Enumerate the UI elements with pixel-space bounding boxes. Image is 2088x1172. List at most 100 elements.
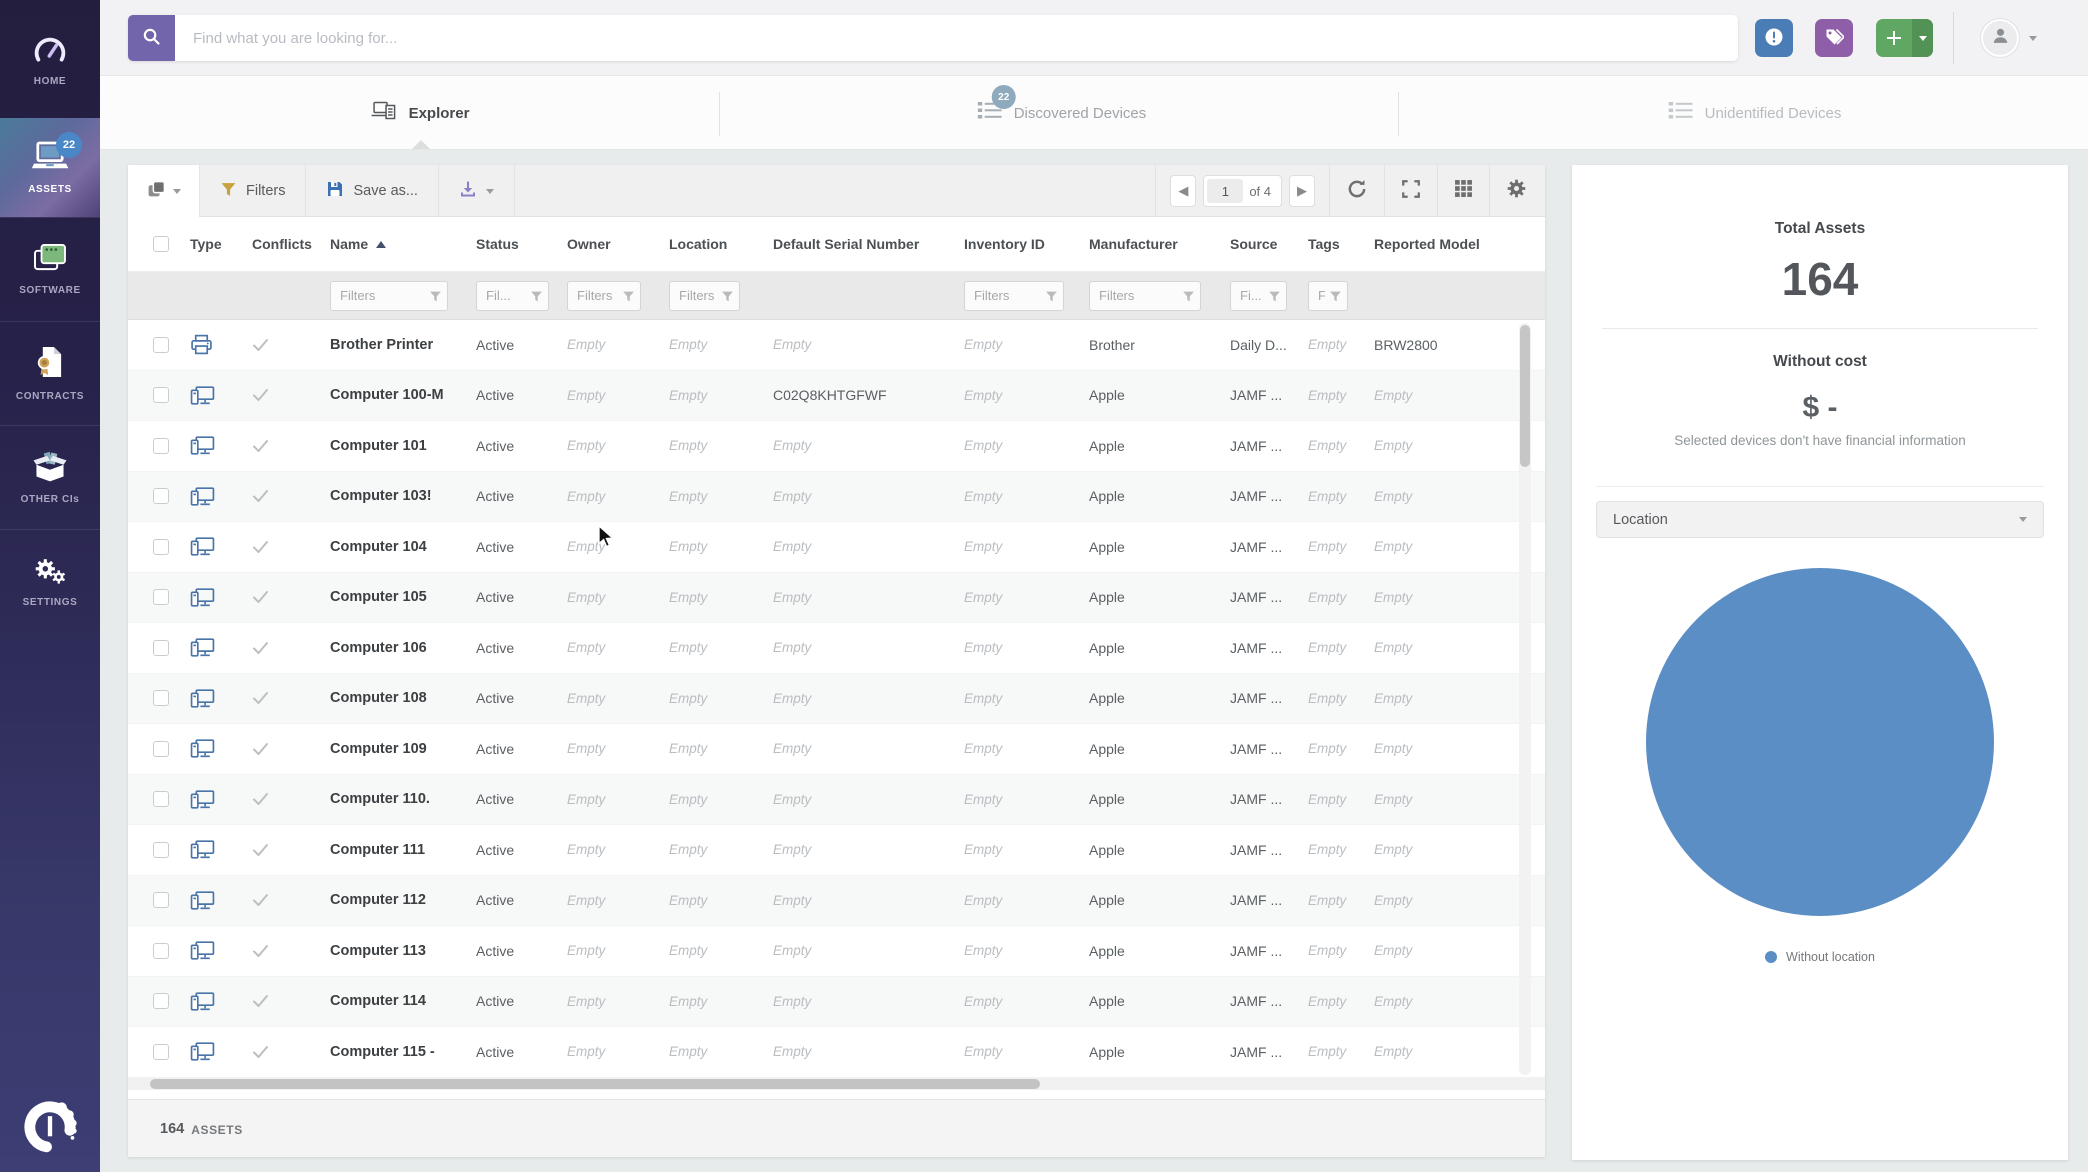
col-header-type[interactable]: Type xyxy=(190,236,252,252)
col-header-owner[interactable]: Owner xyxy=(567,236,669,252)
filter-input-location[interactable]: Filters xyxy=(669,281,740,311)
col-header-serial[interactable]: Default Serial Number xyxy=(773,236,964,252)
table-row[interactable]: Computer 108ActiveEmptyEmptyEmptyEmptyAp… xyxy=(128,674,1545,725)
select-all-checkbox[interactable] xyxy=(153,236,169,252)
sidebar-item-assets[interactable]: 22 ASSETS xyxy=(0,118,100,217)
next-page-button[interactable]: ▶︎ xyxy=(1289,175,1315,207)
gear-icon xyxy=(1506,178,1527,204)
tab-explorer[interactable]: Explorer xyxy=(371,76,470,150)
table-row[interactable]: Computer 105ActiveEmptyEmptyEmptyEmptyAp… xyxy=(128,573,1545,624)
table-row[interactable]: Computer 112ActiveEmptyEmptyEmptyEmptyAp… xyxy=(128,876,1545,927)
row-checkbox[interactable] xyxy=(153,741,169,757)
add-button[interactable] xyxy=(1876,19,1933,57)
pie-chart xyxy=(1646,568,1994,916)
cell-status: Active xyxy=(476,488,567,504)
table-row[interactable]: Computer 101ActiveEmptyEmptyEmptyEmptyAp… xyxy=(128,421,1545,472)
printer-icon xyxy=(190,334,252,355)
horizontal-scrollbar-thumb[interactable] xyxy=(150,1079,1040,1089)
row-checkbox[interactable] xyxy=(153,589,169,605)
table-row[interactable]: Computer 111ActiveEmptyEmptyEmptyEmptyAp… xyxy=(128,825,1545,876)
table-row[interactable]: Computer 106ActiveEmptyEmptyEmptyEmptyAp… xyxy=(128,623,1545,674)
tags-button[interactable] xyxy=(1815,19,1853,57)
add-dropdown-caret[interactable] xyxy=(1912,19,1933,57)
row-checkbox[interactable] xyxy=(153,337,169,353)
col-header-model[interactable]: Reported Model xyxy=(1374,236,1506,252)
search-input[interactable] xyxy=(175,15,1738,61)
cell-inventory: Empty xyxy=(964,994,1089,1009)
cell-inventory: Empty xyxy=(964,489,1089,504)
col-header-location[interactable]: Location xyxy=(669,236,773,252)
vertical-scrollbar-thumb[interactable] xyxy=(1520,325,1530,467)
info-button[interactable] xyxy=(1755,19,1793,57)
row-checkbox[interactable] xyxy=(153,791,169,807)
tab-unidentified-devices[interactable]: Unidentified Devices xyxy=(1669,76,1842,150)
col-header-select xyxy=(138,236,190,252)
sidebar-item-software[interactable]: SOFTWARE xyxy=(0,217,100,321)
row-checkbox[interactable] xyxy=(153,539,169,555)
sidebar-item-contracts[interactable]: CONTRACTS xyxy=(0,321,100,425)
filter-input-manufacturer[interactable]: Filters xyxy=(1089,281,1201,311)
col-header-tags[interactable]: Tags xyxy=(1308,236,1374,252)
row-checkbox[interactable] xyxy=(153,488,169,504)
sidebar-item-label: SOFTWARE xyxy=(19,285,80,296)
col-header-name[interactable]: Name xyxy=(330,236,476,252)
table-row[interactable]: Computer 104ActiveEmptyEmptyEmptyEmptyAp… xyxy=(128,522,1545,573)
row-checkbox[interactable] xyxy=(153,892,169,908)
col-header-source[interactable]: Source xyxy=(1230,236,1308,252)
brand-logo[interactable] xyxy=(0,1096,100,1158)
sidebar-item-settings[interactable]: SETTINGS xyxy=(0,529,100,633)
export-button[interactable] xyxy=(439,165,515,217)
view-switcher-button[interactable] xyxy=(128,165,200,217)
table-row[interactable]: Computer 114ActiveEmptyEmptyEmptyEmptyAp… xyxy=(128,977,1545,1028)
table-row[interactable]: Brother PrinterActiveEmptyEmptyEmptyEmpt… xyxy=(128,320,1545,371)
filters-button[interactable]: Filters xyxy=(200,165,306,217)
filter-input-inventory[interactable]: Filters xyxy=(964,281,1064,311)
cell-select xyxy=(138,741,190,757)
filter-input-source[interactable]: Fi... xyxy=(1230,281,1287,311)
refresh-button[interactable] xyxy=(1329,165,1384,217)
table-row[interactable]: Computer 115 -ActiveEmptyEmptyEmptyEmpty… xyxy=(128,1027,1545,1078)
row-checkbox[interactable] xyxy=(153,842,169,858)
previous-page-button[interactable]: ◀︎ xyxy=(1170,175,1196,207)
cell-location: Empty xyxy=(669,337,773,352)
filter-input-tags[interactable]: F xyxy=(1308,281,1348,311)
filter-input-status[interactable]: Fil... xyxy=(476,281,549,311)
sidebar-item-home[interactable]: HOME xyxy=(0,0,100,118)
cell-location: Empty xyxy=(669,691,773,706)
col-header-conflicts[interactable]: Conflicts xyxy=(252,236,330,252)
cell-location: Empty xyxy=(669,590,773,605)
grid-view-button[interactable] xyxy=(1437,165,1489,217)
row-checkbox[interactable] xyxy=(153,993,169,1009)
horizontal-scrollbar[interactable] xyxy=(128,1078,1545,1090)
table-row[interactable]: Computer 110.ActiveEmptyEmptyEmptyEmptyA… xyxy=(128,775,1545,826)
col-header-inventory[interactable]: Inventory ID xyxy=(964,236,1089,252)
search-button[interactable] xyxy=(128,15,175,61)
row-checkbox[interactable] xyxy=(153,640,169,656)
table-row[interactable]: Computer 109ActiveEmptyEmptyEmptyEmptyAp… xyxy=(128,724,1545,775)
save-as-button[interactable]: Save as... xyxy=(306,165,438,217)
location-dropdown[interactable]: Location xyxy=(1596,501,2044,538)
conflict-check-icon xyxy=(252,439,330,453)
col-header-manufacturer[interactable]: Manufacturer xyxy=(1089,236,1230,252)
row-checkbox[interactable] xyxy=(153,1044,169,1060)
fullscreen-button[interactable] xyxy=(1384,165,1437,217)
col-header-status[interactable]: Status xyxy=(476,236,567,252)
row-checkbox[interactable] xyxy=(153,387,169,403)
user-menu-caret[interactable] xyxy=(2029,36,2037,41)
page-field[interactable]: 1 of 4 xyxy=(1203,175,1282,207)
row-checkbox[interactable] xyxy=(153,690,169,706)
sidebar-item-other-cis[interactable]: OTHER CIs xyxy=(0,425,100,529)
cell-select xyxy=(138,892,190,908)
table-row[interactable]: Computer 103!ActiveEmptyEmptyEmptyEmptyA… xyxy=(128,472,1545,523)
filter-input-owner[interactable]: Filters xyxy=(567,281,641,311)
row-checkbox[interactable] xyxy=(153,943,169,959)
table-settings-button[interactable] xyxy=(1489,165,1543,217)
row-checkbox[interactable] xyxy=(153,438,169,454)
table-row[interactable]: Computer 113ActiveEmptyEmptyEmptyEmptyAp… xyxy=(128,926,1545,977)
user-avatar[interactable] xyxy=(1981,19,2019,57)
vertical-scrollbar[interactable] xyxy=(1519,323,1531,1075)
filter-input-name[interactable]: Filters xyxy=(330,281,448,311)
current-page-value[interactable]: 1 xyxy=(1207,179,1243,203)
tab-discovered-devices[interactable]: 22 Discovered Devices xyxy=(978,76,1147,150)
table-row[interactable]: Computer 100-MActiveEmptyEmptyC02Q8KHTGF… xyxy=(128,371,1545,422)
